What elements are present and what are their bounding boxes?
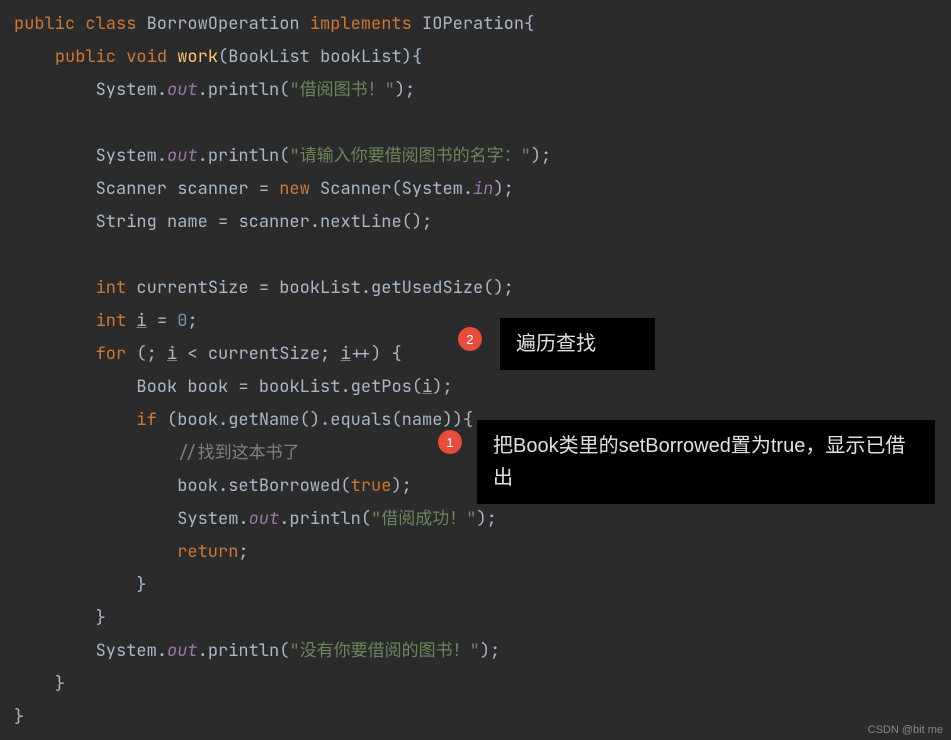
number-literal: 0 (177, 310, 187, 332)
code-line-blank (14, 107, 951, 140)
println-method: println (208, 640, 279, 662)
watermark: CSDN @bit me (868, 724, 943, 736)
var-i: i (136, 310, 146, 332)
code-line-blank (14, 239, 951, 272)
getname-method: getName (228, 409, 299, 431)
var-i: i (167, 343, 177, 365)
keyword-return: return (177, 541, 238, 563)
code-line: Book book = bookList.getPos(i); (14, 371, 951, 404)
param-name: bookList (320, 46, 402, 68)
getpos-method: getPos (351, 376, 412, 398)
code-line: public void work(BookList bookList){ (14, 41, 951, 74)
var-name: name (167, 211, 208, 233)
code-line: Scanner scanner = new Scanner(System.in)… (14, 173, 951, 206)
out-field: out (167, 640, 198, 662)
keyword-int: int (96, 277, 127, 299)
ctor-scanner: Scanner (320, 178, 391, 200)
getusedsize-method: getUsedSize (371, 277, 483, 299)
paren: ( (218, 46, 228, 68)
brace: } (55, 673, 65, 695)
annotation-badge-2: 2 (458, 327, 482, 351)
interface-name: IOPeration (422, 13, 524, 35)
class-name: BorrowOperation (147, 13, 300, 35)
book-obj: book (177, 409, 218, 431)
var-currentsize: currentSize (208, 343, 320, 365)
code-line: String name = scanner.nextLine(); (14, 206, 951, 239)
println-method: println (289, 508, 360, 530)
keyword-void: void (126, 46, 167, 68)
keyword-public: public (55, 46, 116, 68)
keyword-true: true (351, 475, 392, 497)
type-scanner: Scanner (96, 178, 167, 200)
code-line: int i = 0; (14, 305, 951, 338)
code-line: System.out.println("请输入你要借阅图书的名字："); (14, 140, 951, 173)
nextline-method: nextLine (320, 211, 402, 233)
var-name: name (402, 409, 443, 431)
method-name: work (177, 46, 218, 68)
booklist-obj: bookList (279, 277, 361, 299)
param-type: BookList (228, 46, 310, 68)
code-line: System.out.println("没有你要借阅的图书！"); (14, 635, 951, 668)
comment: //找到这本书了 (177, 442, 299, 464)
type-book: Book (136, 376, 177, 398)
var-i: i (422, 376, 432, 398)
brace: } (14, 706, 24, 728)
keyword-public: public (14, 13, 75, 35)
book-obj: book (177, 475, 218, 497)
system-class: System (402, 178, 463, 200)
brace: { (412, 46, 422, 68)
keyword-new: new (279, 178, 310, 200)
booklist-obj: bookList (259, 376, 341, 398)
setborrowed-method: setBorrowed (228, 475, 340, 497)
annotation-badge-1: 1 (438, 430, 462, 454)
paren: ) (402, 46, 412, 68)
println-method: println (208, 79, 279, 101)
out-field: out (167, 79, 198, 101)
type-string: String (96, 211, 157, 233)
code-line: public class BorrowOperation implements … (14, 8, 951, 41)
code-line: System.out.println("借阅图书！"); (14, 74, 951, 107)
keyword-for: for (96, 343, 127, 365)
code-line: int currentSize = bookList.getUsedSize()… (14, 272, 951, 305)
system-class: System (96, 640, 157, 662)
code-line: for (; i < currentSize; i++) { (14, 338, 951, 371)
annotation-box-1: 把Book类里的setBorrowed置为true，显示已借出 (477, 420, 935, 504)
code-line: } (14, 668, 951, 701)
println-method: println (208, 145, 279, 167)
out-field: out (167, 145, 198, 167)
code-line: } (14, 701, 951, 734)
scanner-obj: scanner (238, 211, 309, 233)
out-field: out (249, 508, 280, 530)
code-line: return; (14, 536, 951, 569)
keyword-int: int (96, 310, 127, 332)
var-i: i (340, 343, 350, 365)
string-literal: "借阅成功！" (371, 508, 476, 530)
system-class: System (96, 79, 157, 101)
keyword-implements: implements (310, 13, 412, 35)
string-literal: "借阅图书！" (289, 79, 394, 101)
equals-method: equals (330, 409, 391, 431)
var-book: book (187, 376, 228, 398)
brace: { (524, 13, 534, 35)
var-scanner: scanner (177, 178, 248, 200)
keyword-if: if (136, 409, 156, 431)
var-currentsize: currentSize (136, 277, 248, 299)
code-line: } (14, 569, 951, 602)
annotation-box-2: 遍历查找 (500, 318, 655, 370)
code-line: System.out.println("借阅成功！"); (14, 503, 951, 536)
string-literal: "没有你要借阅的图书！" (289, 640, 479, 662)
string-literal: "请输入你要借阅图书的名字：" (289, 145, 530, 167)
brace: } (136, 574, 146, 596)
brace: } (96, 607, 106, 629)
system-class: System (96, 145, 157, 167)
code-line: } (14, 602, 951, 635)
system-class: System (177, 508, 238, 530)
code-area: public class BorrowOperation implements … (0, 0, 951, 734)
in-field: in (473, 178, 493, 200)
keyword-class: class (85, 13, 136, 35)
